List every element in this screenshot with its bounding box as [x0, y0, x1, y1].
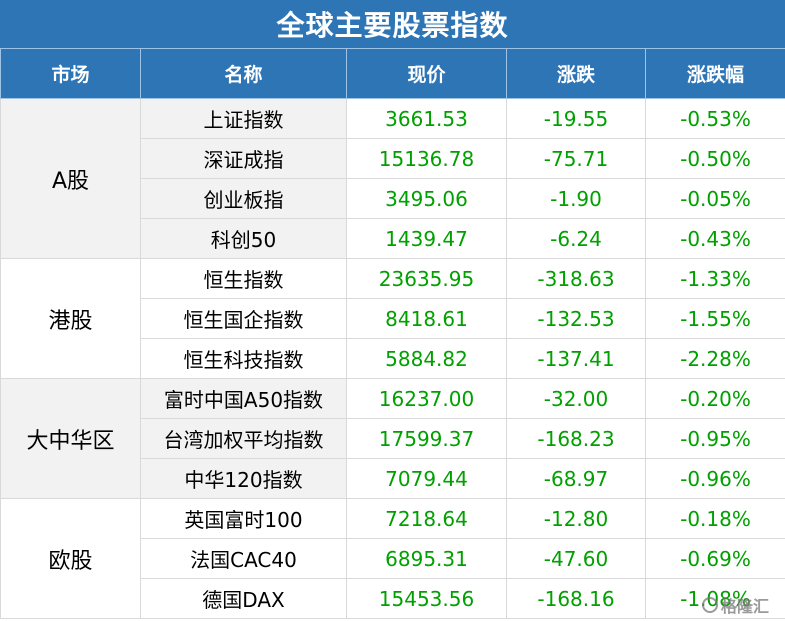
change-value: -132.53 [506, 298, 646, 339]
index-name: 上证指数 [140, 98, 347, 139]
price-value: 8418.61 [346, 298, 507, 339]
change-pct-value: -0.50% [645, 138, 785, 179]
table-row: 欧股 英国富时100 7218.64 -12.80 -0.18% [0, 498, 785, 619]
watermark-logo-icon [701, 597, 718, 613]
index-name: 中华120指数 [140, 458, 347, 499]
change-value: -168.16 [506, 578, 646, 619]
market-cell: 港股 [0, 258, 141, 379]
change-pct-value: -0.05% [645, 178, 785, 219]
index-name: 英国富时100 [140, 498, 347, 539]
change-value: -32.00 [506, 378, 646, 419]
price-value: 5884.82 [346, 338, 507, 379]
index-name: 恒生指数 [140, 258, 347, 299]
change-value: -68.97 [506, 458, 646, 499]
price-value: 3661.53 [346, 98, 507, 139]
change-pct-value: -0.18% [645, 498, 785, 539]
change-value: -6.24 [506, 218, 646, 259]
index-name: 富时中国A50指数 [140, 378, 347, 419]
price-value: 7079.44 [346, 458, 507, 499]
change-value: -168.23 [506, 418, 646, 459]
index-name: 德国DAX [140, 578, 347, 619]
change-pct-value: -2.28% [645, 338, 785, 379]
change-pct-value: -0.69% [645, 538, 785, 579]
price-value: 15453.56 [346, 578, 507, 619]
change-pct-value: -0.53% [645, 98, 785, 139]
stock-index-table: 市场 名称 现价 涨跌 涨跌幅 A股 上证指数 3661.53 -19.55 -… [0, 48, 785, 619]
index-name: 台湾加权平均指数 [140, 418, 347, 459]
price-value: 7218.64 [346, 498, 507, 539]
price-value: 3495.06 [346, 178, 507, 219]
page-title: 全球主要股票指数 [0, 0, 785, 48]
change-pct-value: -0.43% [645, 218, 785, 259]
change-pct-value: -0.96% [645, 458, 785, 499]
change-value: -19.55 [506, 98, 646, 139]
index-name: 创业板指 [140, 178, 347, 219]
column-header-change: 涨跌 [506, 48, 646, 99]
column-header-price: 现价 [346, 48, 507, 99]
change-pct-value: -1.55% [645, 298, 785, 339]
index-name: 恒生国企指数 [140, 298, 347, 339]
change-value: -137.41 [506, 338, 646, 379]
market-cell: 大中华区 [0, 378, 141, 499]
change-value: -318.63 [506, 258, 646, 299]
price-value: 6895.31 [346, 538, 507, 579]
price-value: 1439.47 [346, 218, 507, 259]
column-header-change-pct: 涨跌幅 [645, 48, 785, 99]
market-cell: 欧股 [0, 498, 141, 619]
column-header-name: 名称 [140, 48, 347, 99]
change-pct-value: -0.95% [645, 418, 785, 459]
table-row: A股 上证指数 3661.53 -19.55 -0.53% [0, 98, 785, 259]
change-value: -47.60 [506, 538, 646, 579]
price-value: 16237.00 [346, 378, 507, 419]
watermark-text: 格隆汇 [720, 597, 769, 616]
price-value: 15136.78 [346, 138, 507, 179]
table-row: 大中华区 富时中国A50指数 16237.00 -32.00 -0.20% [0, 378, 785, 499]
watermark: 格隆汇 [701, 593, 769, 617]
index-name: 深证成指 [140, 138, 347, 179]
change-value: -1.90 [506, 178, 646, 219]
change-pct-value: -0.20% [645, 378, 785, 419]
change-value: -75.71 [506, 138, 646, 179]
index-name: 科创50 [140, 218, 347, 259]
price-value: 17599.37 [346, 418, 507, 459]
index-name: 法国CAC40 [140, 538, 347, 579]
change-value: -12.80 [506, 498, 646, 539]
change-pct-value: -1.33% [645, 258, 785, 299]
table-row: 港股 恒生指数 23635.95 -318.63 -1.33% [0, 258, 785, 379]
market-cell: A股 [0, 98, 141, 259]
table-header-row: 市场 名称 现价 涨跌 涨跌幅 [0, 48, 785, 99]
column-header-market: 市场 [0, 48, 141, 99]
index-name: 恒生科技指数 [140, 338, 347, 379]
price-value: 23635.95 [346, 258, 507, 299]
